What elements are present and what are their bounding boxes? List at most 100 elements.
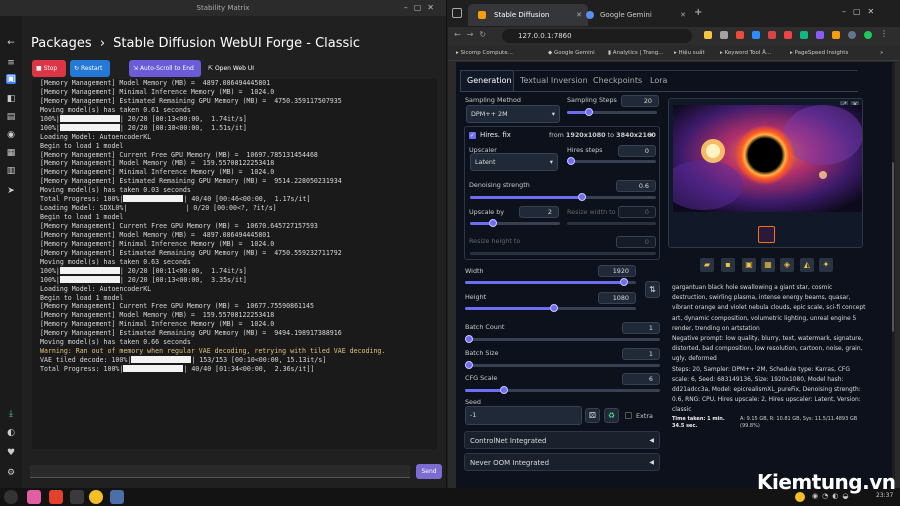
slider-knob[interactable]	[577, 193, 586, 201]
bookmark-item[interactable]: ▸ Sicomp Compute...	[456, 47, 513, 59]
workflows-icon[interactable]: ▦	[6, 148, 16, 158]
extension-icons[interactable]: ⋮	[704, 29, 894, 41]
auto-scroll-button[interactable]: ⇲ Auto-Scroll to End	[129, 60, 201, 77]
bookmark-item[interactable]: ▸ PageSpeed Insights	[790, 47, 848, 59]
window-controls[interactable]: –▢✕	[404, 0, 440, 16]
open-folder-icon[interactable]: ▰	[700, 258, 714, 272]
slider-knob[interactable]	[465, 361, 473, 369]
sampling-steps-slider[interactable]	[567, 108, 657, 116]
tab-checkpoints[interactable]: Checkpoints	[593, 76, 642, 85]
tab-stable-diffusion[interactable]: Stable Diffusion ✕	[468, 4, 588, 26]
nav-arrows-icon[interactable]: ←→↻	[454, 30, 492, 39]
start-menu-icon[interactable]	[4, 490, 18, 504]
restart-button[interactable]: ↻ Restart	[70, 60, 110, 77]
resize-width-slider[interactable]	[567, 222, 656, 225]
window-controls[interactable]: –▢✕	[842, 7, 881, 16]
resize-height-input[interactable]: 0	[616, 236, 656, 248]
hires-steps-slider[interactable]	[567, 157, 656, 165]
breadcrumb-root[interactable]: Packages	[31, 36, 92, 51]
file-manager-icon[interactable]	[27, 490, 41, 504]
slider-knob[interactable]	[567, 157, 575, 165]
seed-input[interactable]: -1	[465, 406, 582, 425]
menu-icon[interactable]: ≡	[6, 58, 16, 68]
tab-textual-inversion[interactable]: Textual Inversion	[520, 76, 588, 85]
tab-lora[interactable]: Lora	[650, 76, 667, 85]
resize-width-input[interactable]: 0	[618, 206, 656, 218]
outputs-icon[interactable]: ▥	[6, 166, 16, 176]
patreon-icon[interactable]: ♥	[6, 448, 16, 458]
models-icon[interactable]: ◉	[6, 130, 16, 140]
cfg-scale-slider[interactable]	[465, 386, 660, 394]
slider-knob[interactable]	[488, 219, 497, 227]
chrome-icon[interactable]	[89, 490, 103, 504]
tab-search-icon[interactable]	[452, 8, 462, 18]
discord-icon[interactable]: ◐	[6, 428, 16, 438]
cfg-scale-input[interactable]: 6	[622, 373, 660, 385]
width-input[interactable]: 1920	[598, 265, 636, 277]
upscaler-select[interactable]: Latent ▾	[470, 153, 558, 171]
batch-size-input[interactable]: 1	[622, 348, 660, 360]
batch-count-input[interactable]: 1	[622, 322, 660, 334]
sparkle-icon[interactable]: ✦	[819, 258, 833, 272]
height-input[interactable]: 1080	[598, 292, 636, 304]
height-slider[interactable]	[465, 304, 636, 312]
gallery-thumbnail[interactable]	[758, 226, 775, 243]
denoising-input[interactable]: 0.6	[616, 180, 656, 192]
slider-knob[interactable]	[500, 386, 508, 394]
tab-generation[interactable]: Generation	[467, 76, 512, 85]
slider-knob[interactable]	[620, 278, 629, 286]
console-input[interactable]	[30, 465, 410, 478]
stop-button[interactable]: ■ Stop	[32, 60, 66, 77]
width-slider[interactable]	[465, 278, 636, 286]
new-tab-icon[interactable]: +	[694, 8, 702, 18]
send-to-extras-icon[interactable]: ◭	[800, 258, 814, 272]
zip-icon[interactable]: ▣	[742, 258, 756, 272]
sampling-method-select[interactable]: DPM++ 2M ▾	[466, 105, 560, 123]
download-icon[interactable]: ⤓	[6, 409, 16, 419]
hires-steps-input[interactable]: 0	[618, 145, 656, 157]
dice-icon[interactable]: ⚄	[585, 408, 600, 423]
bookmark-item[interactable]: ◆ Google Gemini	[548, 47, 595, 59]
slider-knob[interactable]	[584, 108, 593, 116]
settings-gear-icon[interactable]: ⚙	[6, 468, 16, 478]
slider-knob[interactable]	[549, 304, 558, 312]
controlnet-accordion[interactable]: ControlNet Integrated ◀	[464, 431, 660, 449]
bookmarks-more-icon[interactable]: »	[880, 47, 883, 59]
upscale-by-slider[interactable]	[470, 219, 560, 227]
hires-fix-checkbox[interactable]: ✓	[469, 132, 476, 139]
denoising-slider[interactable]	[470, 193, 656, 201]
bookmark-item[interactable]: ▸ Keyword Tool Â...	[720, 47, 771, 59]
app-icon[interactable]	[49, 490, 63, 504]
terminal-icon[interactable]	[70, 490, 84, 504]
slider-knob[interactable]	[465, 335, 473, 343]
checkpoints-icon[interactable]: ▤	[6, 112, 16, 122]
bookmark-item[interactable]: ▸ Hiệu suất	[674, 47, 705, 59]
close-icon[interactable]: ✕	[680, 4, 686, 26]
batch-count-slider[interactable]	[465, 335, 660, 343]
back-icon[interactable]: ←	[6, 38, 16, 48]
swap-dimensions-icon[interactable]: ⇅	[645, 281, 660, 298]
send-button[interactable]: Send	[416, 464, 442, 479]
stability-matrix-icon[interactable]	[110, 490, 124, 504]
packages-icon[interactable]: ▣	[6, 74, 16, 84]
bookmark-item[interactable]: ▮ Analytics | Trang...	[608, 47, 664, 59]
extra-checkbox[interactable]	[625, 412, 632, 419]
save-icon[interactable]: ▪	[721, 258, 735, 272]
open-web-ui-button[interactable]: ⇱ Open Web UI	[204, 60, 260, 77]
never-oom-accordion[interactable]: Never OOM Integrated ◀	[464, 453, 660, 471]
send-to-img2img-icon[interactable]: ▦	[761, 258, 775, 272]
tab-google-gemini[interactable]: Google Gemini ✕	[574, 4, 690, 26]
url-field[interactable]: 127.0.0.1:7860	[502, 29, 692, 43]
open-web-ui-label: Open Web UI	[214, 65, 255, 72]
send-icon[interactable]: ➤	[6, 186, 16, 196]
recycle-icon[interactable]: ♻	[604, 408, 619, 423]
resize-height-slider[interactable]	[470, 252, 656, 255]
send-to-inpaint-icon[interactable]: ◈	[780, 258, 794, 272]
upscale-by-input[interactable]: 2	[519, 206, 559, 218]
inference-icon[interactable]: ◧	[6, 94, 16, 104]
sampling-method-value: DPM++ 2M	[471, 110, 508, 118]
collapse-icon[interactable]: ▾	[650, 131, 654, 139]
batch-size-slider[interactable]	[465, 361, 660, 369]
generated-image[interactable]	[673, 105, 862, 212]
sampling-steps-input[interactable]: 20	[621, 95, 659, 107]
